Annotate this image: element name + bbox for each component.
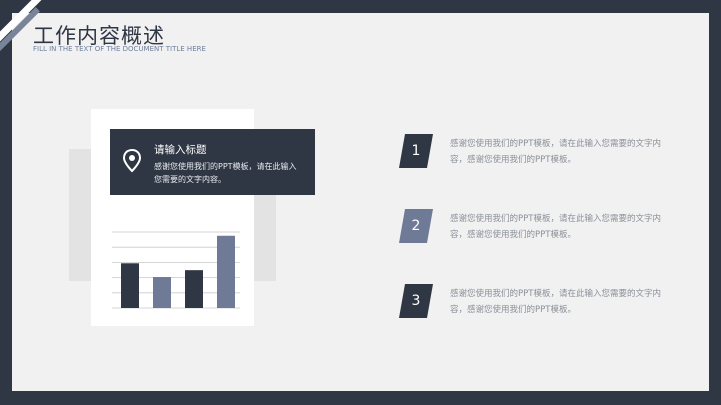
bar-1 (121, 263, 139, 308)
page-subtitle: FILL IN THE TEXT OF THE DOCUMENT TITLE H… (33, 45, 206, 53)
list-item-3: 3 感谢您使用我们的PPT模板，请在此输入您需要的文字内容，感谢您使用我们的PP… (399, 284, 669, 318)
badge-number: 3 (411, 293, 421, 309)
list-item-1: 1 感谢您使用我们的PPT模板，请在此输入您需要的文字内容，感谢您使用我们的PP… (399, 134, 669, 168)
bar-3 (185, 270, 203, 308)
location-pin-icon (122, 149, 142, 173)
list-item-text: 感谢您使用我们的PPT模板，请在此输入您需要的文字内容，感谢您使用我们的PPT模… (450, 139, 661, 165)
list-item-2: 2 感谢您使用我们的PPT模板，请在此输入您需要的文字内容，感谢您使用我们的PP… (399, 209, 669, 243)
title-banner: 请输入标题 感谢您使用我们的PPT模板，请在此输入您需要的文字内容。 (110, 129, 315, 195)
list-item-text: 感谢您使用我们的PPT模板，请在此输入您需要的文字内容，感谢您使用我们的PPT模… (450, 214, 661, 240)
banner-text: 感谢您使用我们的PPT模板，请在此输入您需要的文字内容。 (154, 162, 297, 184)
slide-frame: 工作内容概述 FILL IN THE TEXT OF THE DOCUMENT … (0, 0, 721, 405)
list-item-text: 感谢您使用我们的PPT模板，请在此输入您需要的文字内容，感谢您使用我们的PPT模… (450, 289, 661, 315)
bar-2 (153, 277, 171, 308)
bar-4 (217, 235, 235, 308)
banner-title: 请输入标题 (154, 144, 207, 156)
badge-number: 1 (411, 143, 421, 159)
badge-number: 2 (411, 218, 421, 234)
bar-chart (112, 231, 240, 309)
